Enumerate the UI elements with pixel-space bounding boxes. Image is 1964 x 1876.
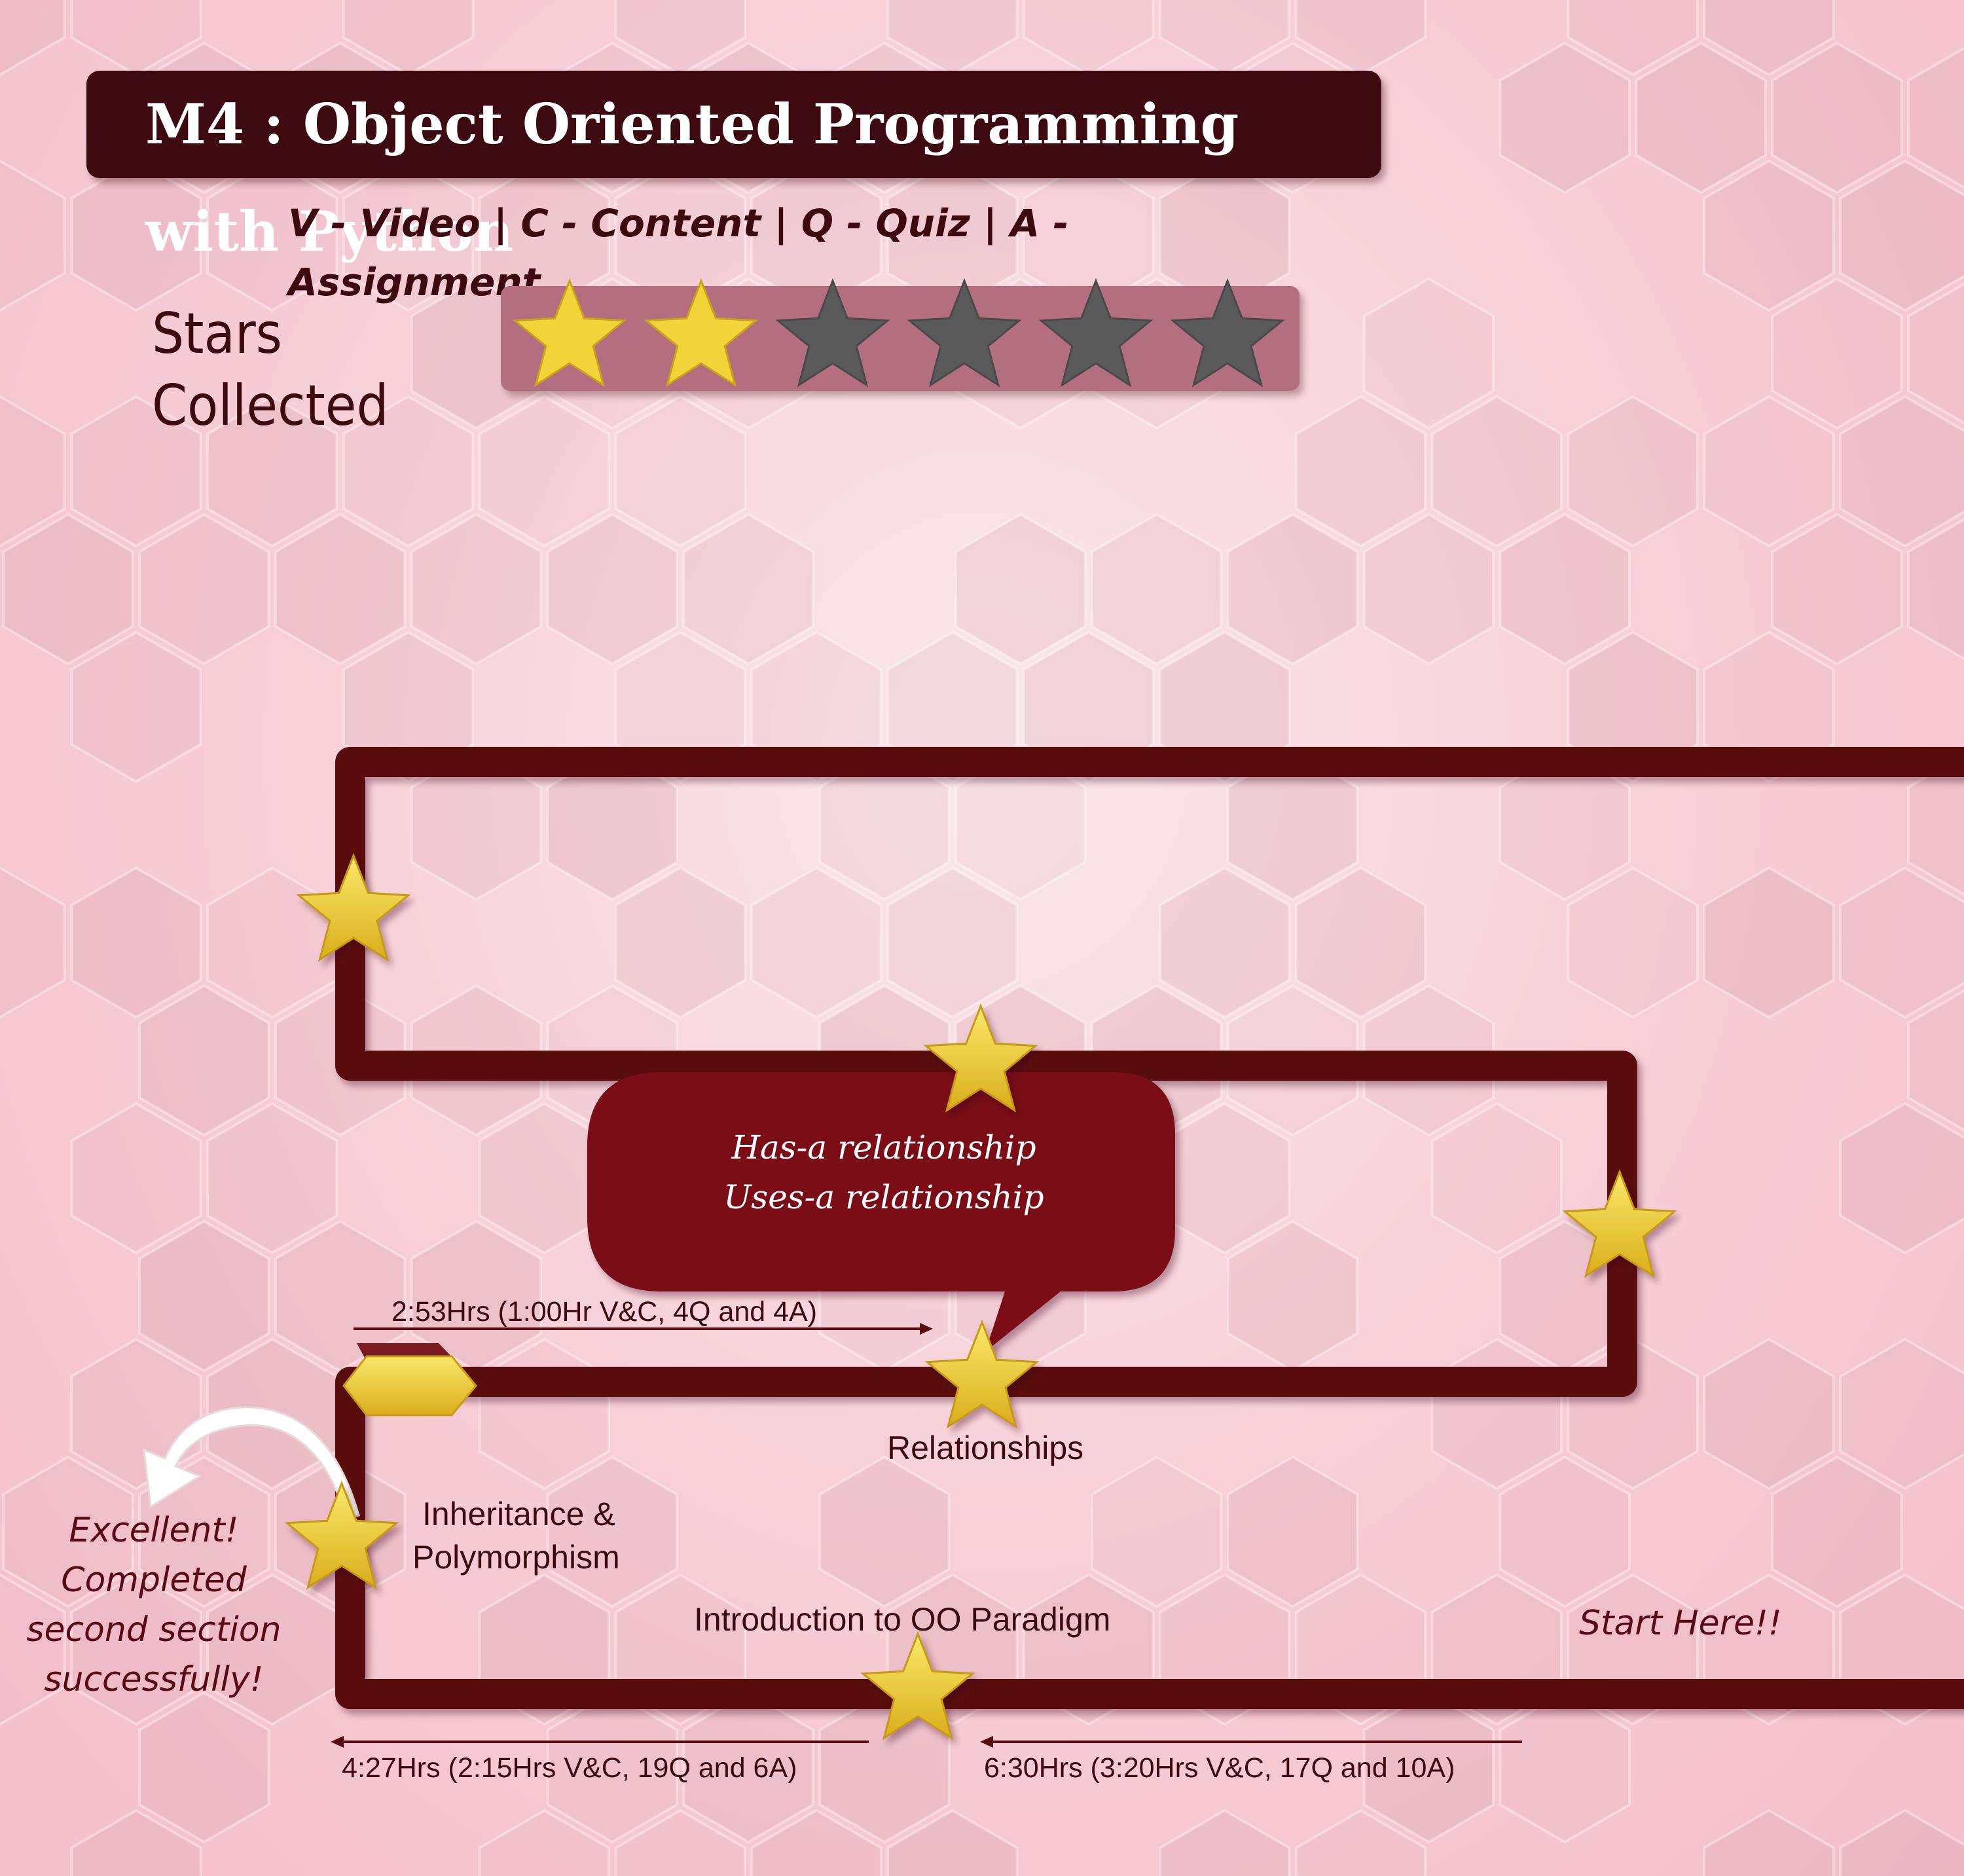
start-here-label: Start Here!! [1579,1604,1782,1643]
section-label-relationships: Relationships [887,1430,1084,1466]
bubble-line-uses-a: Uses-a relationship [723,1178,1044,1216]
section-label-intro: Introduction to OO Paradigm [694,1601,1111,1638]
milestone-star-icon [924,1319,1040,1429]
completion-note: Excellent! Completed second section succ… [20,1506,288,1705]
roadmap-path [143,747,1964,1748]
bubble-text: Has-a relationship Uses-a relationship [589,1123,1178,1222]
section-label-inheritance-line1: Inheritance & [422,1496,615,1532]
arrowhead-right [920,1323,933,1335]
duration-intro: 6:30Hrs (3:20Hrs V&C, 17Q and 10A) [984,1752,1455,1784]
section-label-inheritance: Inheritance & Polymorphism [412,1492,620,1579]
completion-note-line1: Excellent! [69,1511,239,1550]
completion-note-line4: successfully! [44,1660,264,1699]
section-label-inheritance-line2: Polymorphism [412,1539,620,1576]
completion-arrow [143,1406,360,1520]
completion-note-line2: Completed [61,1560,247,1600]
arrowhead-left-2 [980,1736,993,1748]
completion-note-line3: second section [26,1610,282,1650]
duration-relationships: 2:53Hrs (1:00Hr V&C, 4Q and 4A) [391,1296,818,1327]
arrowhead-left [331,1736,344,1748]
bubble-line-has-a: Has-a relationship [731,1128,1036,1166]
duration-inheritance: 4:27Hrs (2:15Hrs V&C, 19Q and 6A) [342,1752,797,1784]
hexagon-badge-face [342,1355,477,1416]
milestone-star-icon [860,1631,975,1741]
